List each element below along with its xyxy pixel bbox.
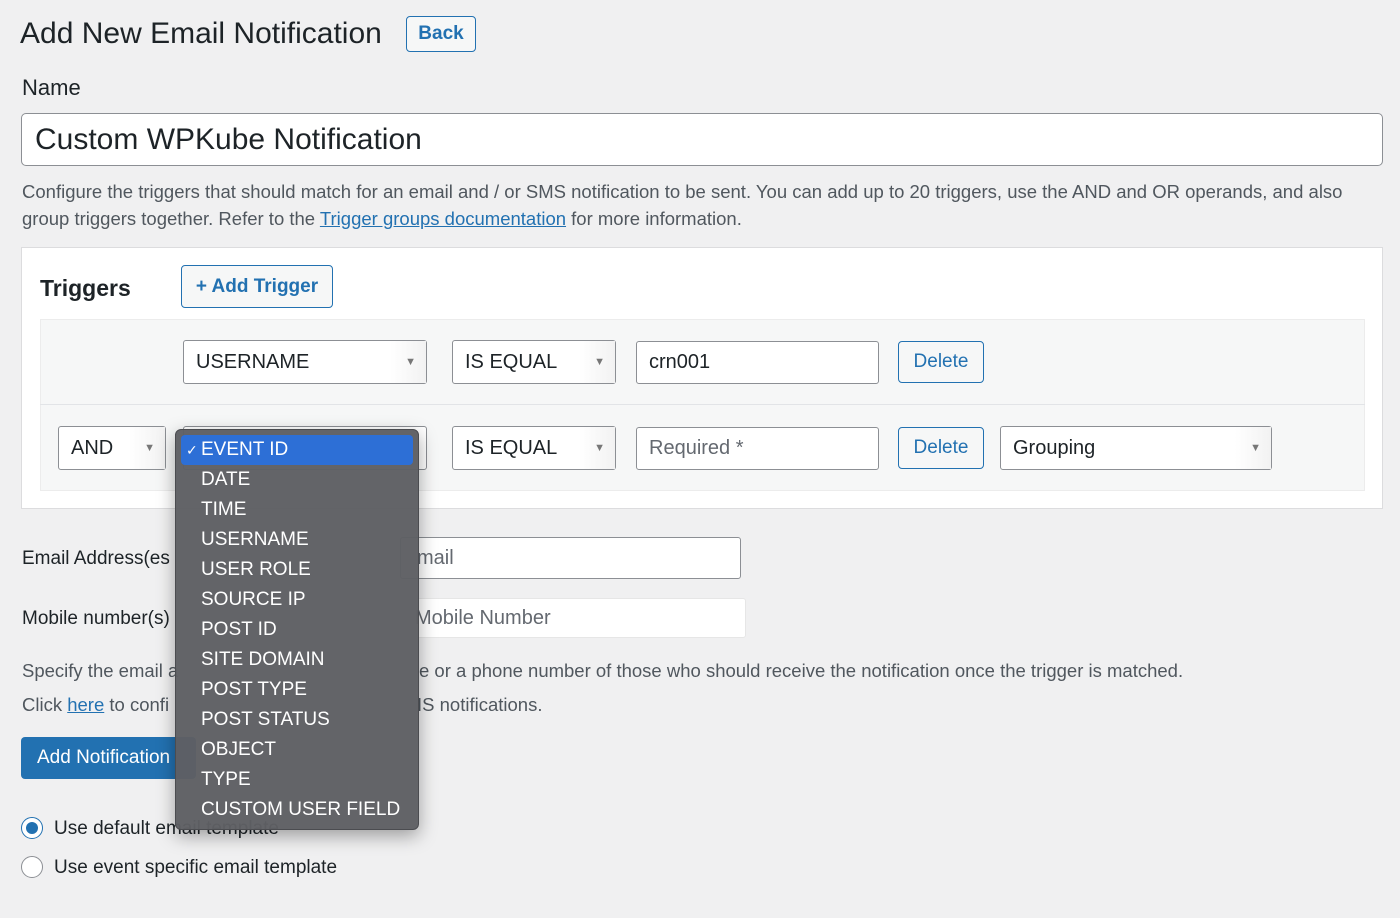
trigger-groups-doc-link[interactable]: Trigger groups documentation (320, 208, 566, 229)
sms-config-help: Click here to confi (22, 693, 169, 717)
trigger-operand-select[interactable]: AND ▼ (58, 426, 166, 470)
dropdown-option[interactable]: TIME (181, 495, 413, 525)
email-address-label: Email Address(es (22, 548, 170, 569)
trigger-operand-value: AND (71, 436, 114, 459)
sms-help-text-end: to confi (104, 694, 170, 715)
dropdown-option[interactable]: SOURCE IP (181, 585, 413, 615)
dropdown-option[interactable]: CUSTOM USER FIELD (181, 795, 413, 825)
trigger-value-input[interactable]: crn001 (636, 341, 879, 384)
chevron-down-icon: ▼ (594, 442, 605, 454)
name-input-value: Custom WPKube Notification (35, 122, 422, 156)
field-dropdown-menu: ✓ EVENT ID DATE TIME USERNAME USER ROLE S… (175, 429, 419, 830)
mobile-number-label: Mobile number(s) (22, 608, 170, 629)
email-placeholder: mail (417, 546, 454, 569)
chevron-down-icon: ▼ (405, 356, 416, 368)
delete-trigger-button-2[interactable]: Delete (898, 427, 984, 469)
trigger-description: Configure the triggers that should match… (22, 178, 1392, 232)
trigger-operator-select-2[interactable]: IS EQUAL ▼ (452, 426, 616, 470)
name-label: Name (22, 75, 81, 100)
chevron-down-icon: ▼ (594, 356, 605, 368)
trigger-value: crn001 (649, 351, 711, 373)
event-template-radio[interactable] (21, 856, 43, 878)
dropdown-option[interactable]: POST TYPE (181, 675, 413, 705)
grouping-value: Grouping (1013, 436, 1096, 459)
sms-help-text: Click (22, 694, 68, 715)
dropdown-option[interactable]: ✓ EVENT ID (181, 435, 413, 465)
delete-trigger-button[interactable]: Delete (898, 341, 984, 383)
grouping-select[interactable]: Grouping ▼ (1000, 426, 1272, 470)
trigger-operator-select[interactable]: IS EQUAL ▼ (452, 340, 616, 384)
trigger-operator-value-2: IS EQUAL (465, 436, 558, 459)
default-template-radio[interactable] (21, 817, 43, 839)
dropdown-option[interactable]: USER ROLE (181, 555, 413, 585)
dropdown-option[interactable]: SITE DOMAIN (181, 645, 413, 675)
add-notification-button[interactable]: Add Notification (21, 737, 196, 779)
trigger-operator-value: IS EQUAL (465, 350, 558, 373)
name-input[interactable]: Custom WPKube Notification (21, 113, 1383, 166)
add-trigger-button[interactable]: + Add Trigger (181, 265, 333, 308)
trigger-value-placeholder: Required * (649, 437, 744, 459)
mobile-number-input[interactable]: Mobile Number (400, 598, 746, 638)
dropdown-option[interactable]: DATE (181, 465, 413, 495)
triggers-title: Triggers (40, 275, 131, 301)
back-button[interactable]: Back (406, 16, 476, 52)
dropdown-option[interactable]: TYPE (181, 765, 413, 795)
dropdown-option[interactable]: OBJECT (181, 735, 413, 765)
trigger-field-value: USERNAME (196, 350, 310, 373)
email-address-input[interactable]: mail (400, 537, 741, 579)
dropdown-option[interactable]: POST ID (181, 615, 413, 645)
trigger-value-input-2[interactable]: Required * (636, 427, 879, 470)
checkmark-icon: ✓ (186, 441, 198, 458)
chevron-down-icon: ▼ (144, 442, 155, 454)
row-divider (40, 404, 1365, 405)
recipients-help-right: e or a phone number of those who should … (419, 660, 1184, 681)
description-text-end: for more information. (566, 208, 742, 229)
sms-help-right: IS notifications. (417, 694, 543, 715)
recipients-help-left: Specify the email a (22, 660, 179, 681)
mobile-placeholder: Mobile Number (415, 606, 551, 629)
page-title: Add New Email Notification (20, 17, 382, 50)
dropdown-option[interactable]: POST STATUS (181, 705, 413, 735)
trigger-field-select[interactable]: USERNAME ▼ (183, 340, 427, 384)
chevron-down-icon: ▼ (1250, 442, 1261, 454)
sms-config-link[interactable]: here (67, 694, 104, 715)
dropdown-option[interactable]: USERNAME (181, 525, 413, 555)
event-template-label: Use event specific email template (54, 857, 338, 878)
